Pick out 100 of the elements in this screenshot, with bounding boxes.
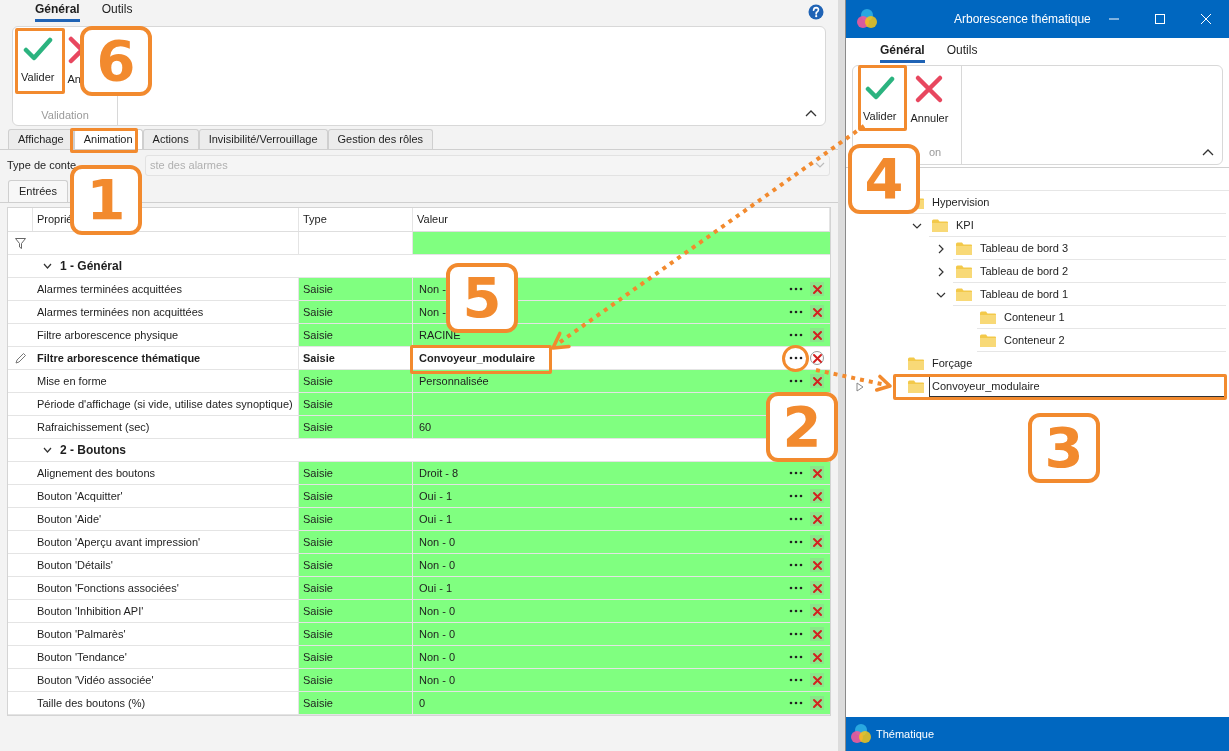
delete-button[interactable] [810,604,824,618]
delete-button[interactable] [810,305,824,319]
more-icon [789,309,803,315]
table-cell: Non - 0 [418,604,457,618]
more-icon [789,516,803,522]
cancel-button[interactable]: An [67,27,82,91]
highlight-frame [858,65,907,131]
help-icon [808,4,824,20]
tree-item[interactable]: Forçage [929,352,1226,374]
tab[interactable]: Invisibilité/Verrouillage [198,129,328,149]
validate-button[interactable]: Valider [859,66,901,130]
delete-button[interactable] [810,535,824,549]
step-number: 4 [848,144,920,214]
group-header[interactable]: 2 - Boutons [33,439,130,461]
step-number: 3 [1028,413,1100,483]
check-icon [22,35,53,63]
delete-button[interactable] [810,466,824,480]
tree-item[interactable]: Hypervision [929,191,1226,213]
filter-icon [15,237,26,249]
more-icon [789,631,803,637]
table-cell: Non - 0 [418,673,457,687]
table-cell: Saisie [299,278,413,300]
delete-button[interactable] [810,673,824,687]
tree-item[interactable]: Tableau de bord 2 [977,260,1226,282]
delete-icon [811,697,823,709]
delete-icon [811,375,823,387]
delete-button[interactable] [810,282,824,296]
tree-item[interactable]: Convoyeur_modulaire [929,375,1226,397]
delete-button[interactable] [810,581,824,595]
tree-item[interactable]: Tableau de bord 3 [977,237,1226,259]
table-cell: Saisie [299,485,413,507]
delete-icon [811,536,823,548]
table-cell: Saisie [299,462,413,484]
table-cell: Non - [418,282,447,296]
tree-item[interactable]: Conteneur 1 [1001,306,1226,328]
table-cell: Saisie [299,531,413,553]
more-icon [789,677,803,683]
delete-button[interactable] [810,328,824,342]
cross-icon [914,74,945,104]
delete-button[interactable] [810,558,824,572]
maximize-icon [1154,13,1166,25]
table-cell: Non - 0 [418,558,457,572]
folder-icon [955,263,973,279]
delete-button[interactable] [810,650,824,664]
folder-icon [955,240,973,256]
filter-field[interactable] [413,232,830,254]
tree-item[interactable]: Tableau de bord 1 [977,283,1226,305]
delete-icon [811,628,823,640]
ribbon-tab[interactable]: Général [35,0,80,22]
more-icon [789,562,803,568]
window-title: Arborescence thématique [954,11,1091,28]
table-cell: Saisie [299,646,413,668]
more-icon [789,355,803,361]
tree-item[interactable]: KPI [953,214,1226,236]
delete-button[interactable] [810,627,824,641]
table-cell: Saisie [299,508,413,530]
tab[interactable]: Gestion des rôles [327,129,434,149]
ribbon-tab[interactable]: Outils [101,0,133,22]
table-cell: Saisie [299,600,413,622]
delete-button[interactable] [810,696,824,710]
table-cell: Saisie [299,416,413,438]
validate-button[interactable]: Valider [17,27,59,91]
table-cell: Saisie [299,370,413,392]
folder-icon [907,355,925,371]
more-icon [789,608,803,614]
delete-button[interactable] [810,374,824,388]
tab[interactable]: Entrées [8,180,68,202]
collapse-icon [805,109,817,117]
group-label: on [928,144,943,160]
delete-icon [811,306,823,318]
table-cell: Oui - 1 [418,581,453,595]
close-icon [1200,13,1212,25]
more-icon [789,493,803,499]
more-icon [789,286,803,292]
delete-icon [811,605,823,617]
table-cell: Saisie [299,669,413,691]
folder-icon [931,217,949,233]
folder-icon [979,309,997,325]
delete-icon [811,490,823,502]
highlight-frame [70,128,138,153]
group-label: Validation [40,107,90,123]
column-header[interactable]: Type [299,208,413,231]
cancel-button[interactable]: Annuler [906,66,953,130]
ribbon-tab[interactable]: Outils [946,41,978,63]
delete-icon [811,467,823,479]
delete-button[interactable] [810,351,824,365]
group-header[interactable]: 1 - Général [33,255,127,277]
step-number: 2 [766,392,838,462]
table-cell: Personnalisée [418,374,490,388]
tab[interactable]: Actions [142,129,199,149]
tab[interactable]: Affichage [8,129,74,149]
delete-button[interactable] [810,489,824,503]
column-header[interactable]: Valeur [413,208,830,231]
folder-icon [955,286,973,302]
tree-item[interactable]: Conteneur 2 [1001,329,1226,351]
table-cell: Non - 0 [418,627,457,641]
table-cell: Oui - 1 [418,512,453,526]
table-cell: Convoyeur_modulaire [418,351,537,365]
delete-button[interactable] [810,512,824,526]
delete-icon [811,559,823,571]
